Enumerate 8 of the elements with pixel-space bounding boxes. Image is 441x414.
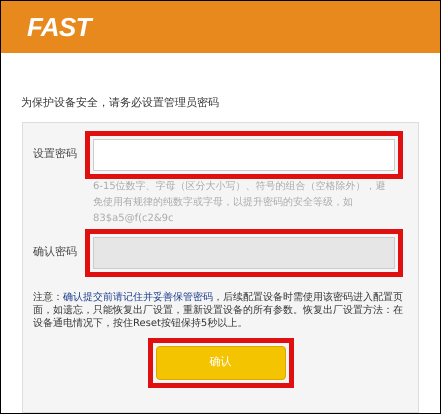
note-text: 注意：确认提交前请记住并妥善保管密码，后续配置设备时需使用该密码进入配置页面，如遗忘，只能恢复出厂设置，重新设置设备的所有参数。恢复出厂设置方法：在设备通电情况下，按住Reset按钮保持5秒以上。 bbox=[33, 290, 404, 330]
intro-text: 为保护设备安全，请务必设置管理员密码 bbox=[21, 95, 220, 111]
confirm-button[interactable]: 确认 bbox=[156, 346, 286, 380]
field-label: 设置密码 bbox=[33, 146, 78, 162]
field-label: 确认密码 bbox=[33, 244, 78, 260]
password-field[interactable] bbox=[93, 138, 395, 170]
hint-text: 6-15位数字、字母（区分大小写）、符号的组合（空格除外），避免使用有规律的纯数字或字母，以提升密码的安全等级，如83$a5@f(c2&9c bbox=[93, 180, 387, 226]
logo: FAST bbox=[27, 8, 91, 46]
